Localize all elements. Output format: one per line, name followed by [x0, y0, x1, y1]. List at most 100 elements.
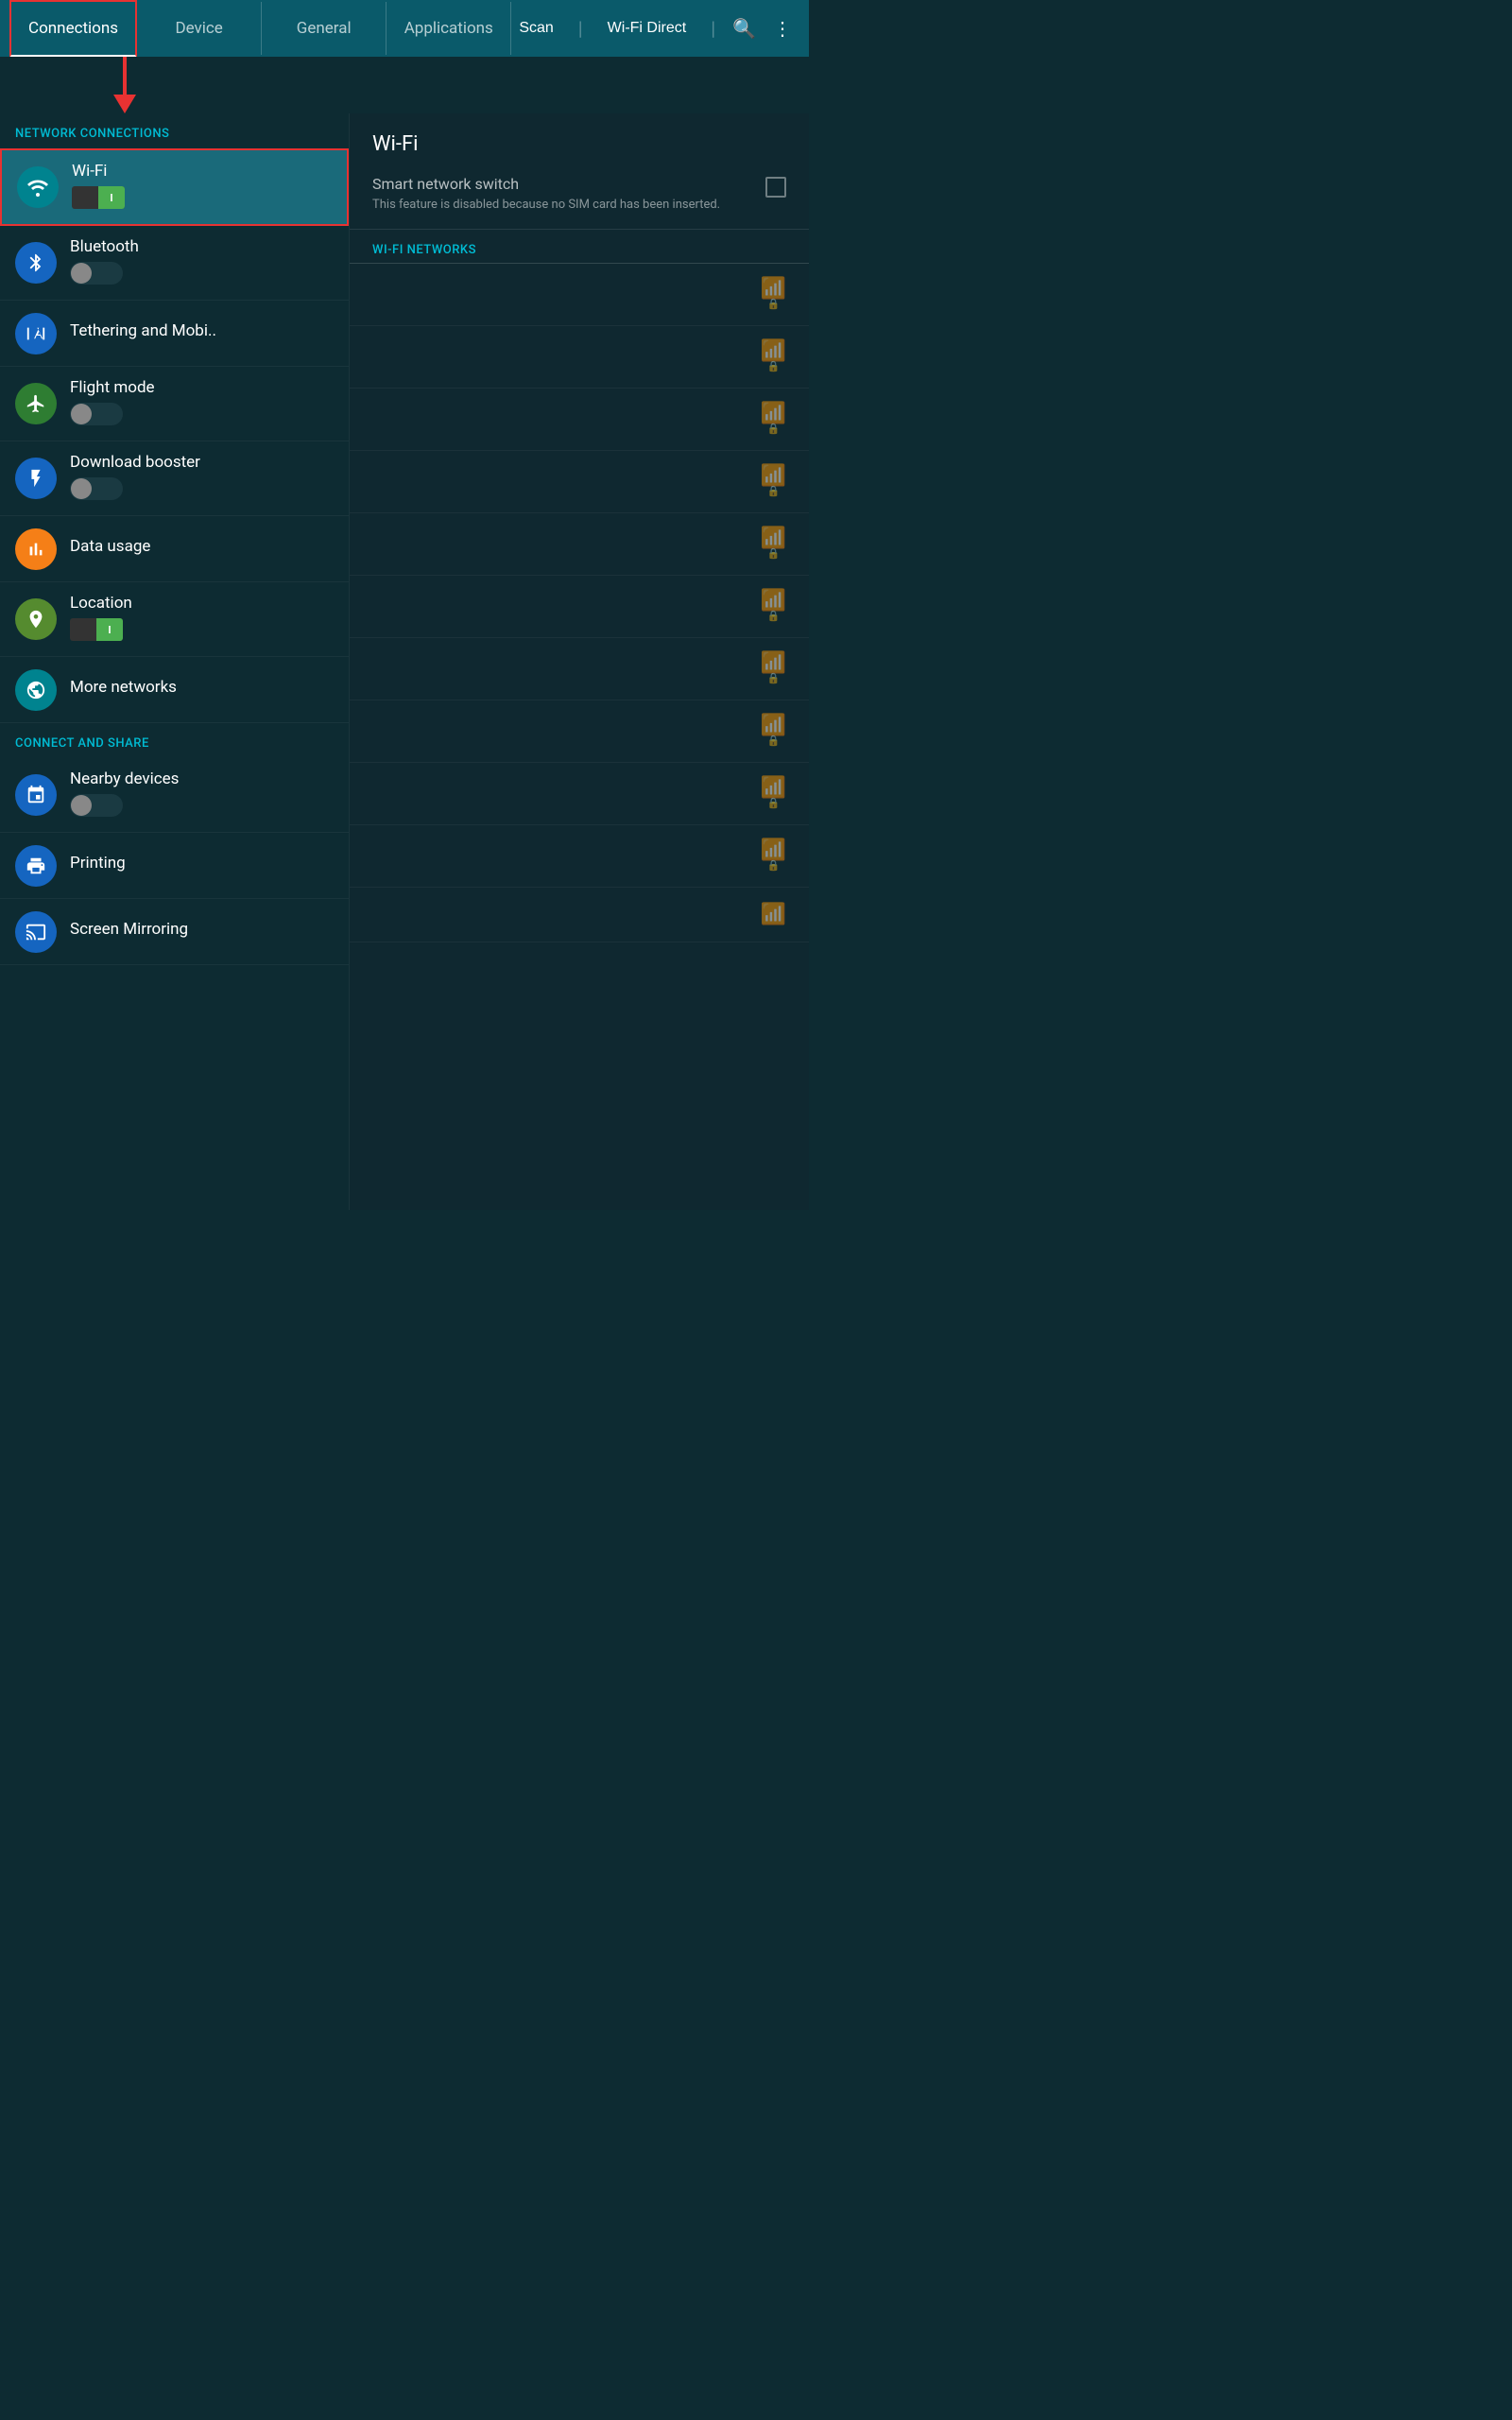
network-connections-header: NETWORK CONNECTIONS: [0, 113, 349, 148]
datausage-icon: [15, 528, 57, 570]
toolbar-icons: Scan | Wi-Fi Direct | 🔍 ⋮: [511, 16, 799, 41]
tethering-content: Tethering and Mobi..: [70, 321, 334, 346]
location-toggle[interactable]: I: [70, 618, 123, 641]
bluetooth-label: Bluetooth: [70, 237, 334, 256]
tab-applications[interactable]: Applications: [387, 2, 511, 55]
lock-icon-8: 🔒: [766, 735, 780, 747]
arrow-annotation: [0, 57, 809, 113]
tethering-icon: [15, 313, 57, 354]
left-panel: NETWORK CONNECTIONS Wi-Fi I: [0, 113, 350, 1210]
lock-icon-7: 🔒: [766, 672, 780, 684]
bluetooth-icon: [15, 242, 57, 284]
wifi-locked-icon-2: 📶 🔒: [761, 341, 786, 372]
printing-content: Printing: [70, 854, 334, 878]
printing-icon: [15, 845, 57, 887]
menu-item-bluetooth[interactable]: Bluetooth: [0, 226, 349, 301]
datausage-label: Data usage: [70, 537, 334, 556]
right-panel: Wi-Fi Smart network switch This feature …: [350, 113, 809, 1210]
wifidirect-button[interactable]: Wi-Fi Direct: [600, 16, 695, 41]
wifi-locked-icon-5: 📶 🔒: [761, 528, 786, 560]
network-item-4[interactable]: 📶 🔒: [350, 451, 809, 513]
network-item-8[interactable]: 📶 🔒: [350, 700, 809, 763]
lock-icon-1: 🔒: [766, 298, 780, 310]
datausage-content: Data usage: [70, 537, 334, 562]
wifi-locked-icon-3: 📶 🔒: [761, 404, 786, 435]
wifi-locked-icon-9: 📶 🔒: [761, 778, 786, 809]
downloadbooster-label: Download booster: [70, 453, 334, 472]
menu-item-morenetworks[interactable]: More networks: [0, 657, 349, 723]
wifi-signal-6: 📶: [761, 591, 786, 612]
more-button[interactable]: ⋮: [773, 17, 792, 41]
network-item-1[interactable]: 📶 🔒: [350, 264, 809, 326]
morenetworks-icon: [15, 669, 57, 711]
network-item-5[interactable]: 📶 🔒: [350, 513, 809, 576]
downloadbooster-toggle[interactable]: [70, 477, 123, 500]
wifi-label: Wi-Fi: [72, 162, 332, 181]
flightmode-toggle-knob: [71, 404, 92, 424]
tab-connections[interactable]: Connections: [9, 0, 137, 58]
network-item-6[interactable]: 📶 🔒: [350, 576, 809, 638]
location-toggle-on: I: [96, 618, 123, 641]
wifi-locked-icon-7: 📶 🔒: [761, 653, 786, 684]
menu-item-downloadbooster[interactable]: Download booster: [0, 441, 349, 516]
top-tab-bar: Connections Device General Applications …: [0, 0, 809, 57]
tab-general[interactable]: General: [262, 2, 387, 55]
main-layout: NETWORK CONNECTIONS Wi-Fi I: [0, 113, 809, 1210]
wifi-signal-10: 📶: [761, 840, 786, 861]
lock-icon-5: 🔒: [766, 547, 780, 560]
screenmirroring-content: Screen Mirroring: [70, 920, 334, 944]
wifi-signal-9: 📶: [761, 778, 786, 799]
network-item-9[interactable]: 📶 🔒: [350, 763, 809, 825]
lock-icon-4: 🔒: [766, 485, 780, 497]
wifi-signal-11: 📶: [761, 905, 786, 925]
wifi-locked-icon-1: 📶 🔒: [761, 279, 786, 310]
location-label: Location: [70, 594, 334, 613]
downloadbooster-content: Download booster: [70, 453, 334, 504]
scan-button[interactable]: Scan: [511, 16, 560, 41]
wifi-signal-5: 📶: [761, 528, 786, 549]
nearbydevices-icon: [15, 774, 57, 816]
menu-item-flightmode[interactable]: Flight mode: [0, 367, 349, 441]
morenetworks-content: More networks: [70, 678, 334, 702]
nearbydevices-toggle-knob: [71, 795, 92, 816]
smart-switch-text: Smart network switch This feature is dis…: [372, 175, 765, 214]
divider2: |: [711, 17, 715, 40]
morenetworks-label: More networks: [70, 678, 334, 697]
arrow-shaft: [123, 57, 127, 95]
printing-label: Printing: [70, 854, 334, 873]
menu-item-wifi[interactable]: Wi-Fi I: [0, 148, 349, 226]
network-item-2[interactable]: 📶 🔒: [350, 326, 809, 389]
wifi-title: Wi-Fi: [350, 113, 809, 165]
menu-item-location[interactable]: Location I: [0, 582, 349, 657]
wifi-toggle[interactable]: I: [72, 186, 125, 209]
network-item-3[interactable]: 📶 🔒: [350, 389, 809, 451]
menu-item-tethering[interactable]: Tethering and Mobi..: [0, 301, 349, 367]
nearbydevices-content: Nearby devices: [70, 769, 334, 821]
flightmode-toggle[interactable]: [70, 403, 123, 425]
tab-device[interactable]: Device: [137, 2, 262, 55]
wifi-icon: [17, 166, 59, 208]
network-item-7[interactable]: 📶 🔒: [350, 638, 809, 700]
nearbydevices-label: Nearby devices: [70, 769, 334, 788]
flightmode-content: Flight mode: [70, 378, 334, 429]
smart-switch-checkbox[interactable]: [765, 177, 786, 198]
arrow-head: [113, 95, 136, 113]
downloadbooster-icon: [15, 458, 57, 499]
menu-item-screenmirroring[interactable]: Screen Mirroring: [0, 899, 349, 965]
flightmode-label: Flight mode: [70, 378, 334, 397]
bluetooth-toggle[interactable]: [70, 262, 123, 285]
network-item-11[interactable]: 📶: [350, 888, 809, 942]
flightmode-icon: [15, 383, 57, 424]
lock-icon-2: 🔒: [766, 360, 780, 372]
lock-icon-9: 🔒: [766, 797, 780, 809]
network-item-10[interactable]: 📶 🔒: [350, 825, 809, 888]
wifi-locked-icon-11: 📶: [761, 905, 786, 925]
wifi-locked-icon-6: 📶 🔒: [761, 591, 786, 622]
wifi-content: Wi-Fi I: [72, 162, 332, 213]
nearbydevices-toggle[interactable]: [70, 794, 123, 817]
menu-item-datausage[interactable]: Data usage: [0, 516, 349, 582]
search-button[interactable]: 🔍: [732, 17, 756, 41]
menu-item-printing[interactable]: Printing: [0, 833, 349, 899]
wifi-locked-icon-10: 📶 🔒: [761, 840, 786, 872]
menu-item-nearbydevices[interactable]: Nearby devices: [0, 758, 349, 833]
